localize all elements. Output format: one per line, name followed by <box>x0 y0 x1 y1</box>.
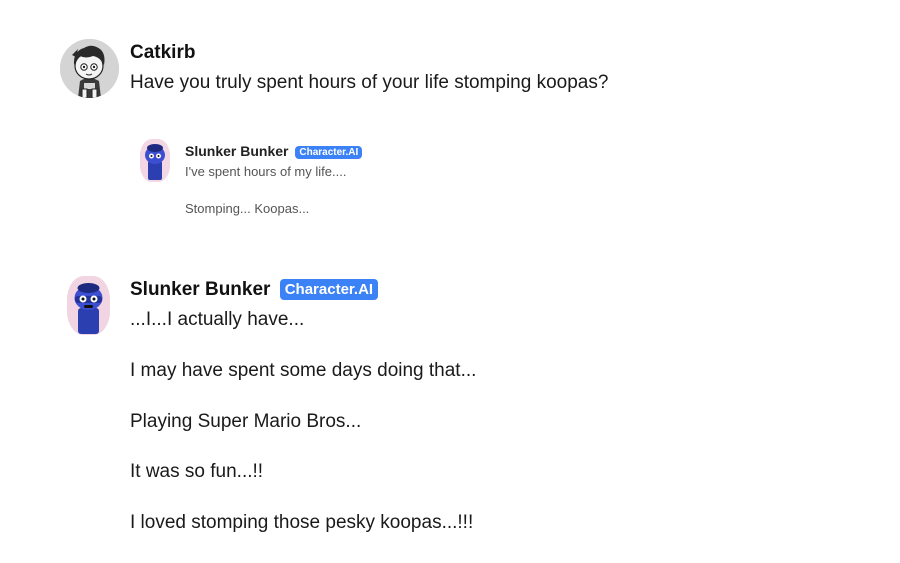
message-author: Slunker Bunker Character.AI <box>130 279 379 301</box>
message-author: Catkirb <box>130 42 196 63</box>
quote-author-name: Slunker Bunker <box>185 143 289 159</box>
quote-preview: Slunker Bunker Character.AI I've spent h… <box>130 130 430 230</box>
message-author-name: Slunker Bunker <box>130 279 271 300</box>
blue-robot-avatar-icon[interactable] <box>67 276 110 335</box>
cat-character-avatar-icon[interactable] <box>60 39 119 98</box>
quote-line: I've spent hours of my life.... <box>185 164 347 179</box>
character-ai-badge: Character.AI <box>279 279 379 300</box>
quote-line: Stomping... Koopas... <box>185 201 310 216</box>
quote-author: Slunker Bunker Character.AI <box>185 143 363 159</box>
message-text-line: I may have spent some days doing that... <box>130 360 477 381</box>
quote-character-ai-badge: Character.AI <box>295 146 363 159</box>
blue-robot-avatar-icon <box>140 139 170 182</box>
message-text-line: It was so fun...!! <box>130 461 264 482</box>
message-text-line: I loved stomping those pesky koopas...!!… <box>130 512 474 533</box>
message-text-line: Playing Super Mario Bros... <box>130 411 362 432</box>
message-text: Have you truly spent hours of your life … <box>130 72 609 93</box>
message-text-line: ...I...I actually have... <box>130 309 305 330</box>
